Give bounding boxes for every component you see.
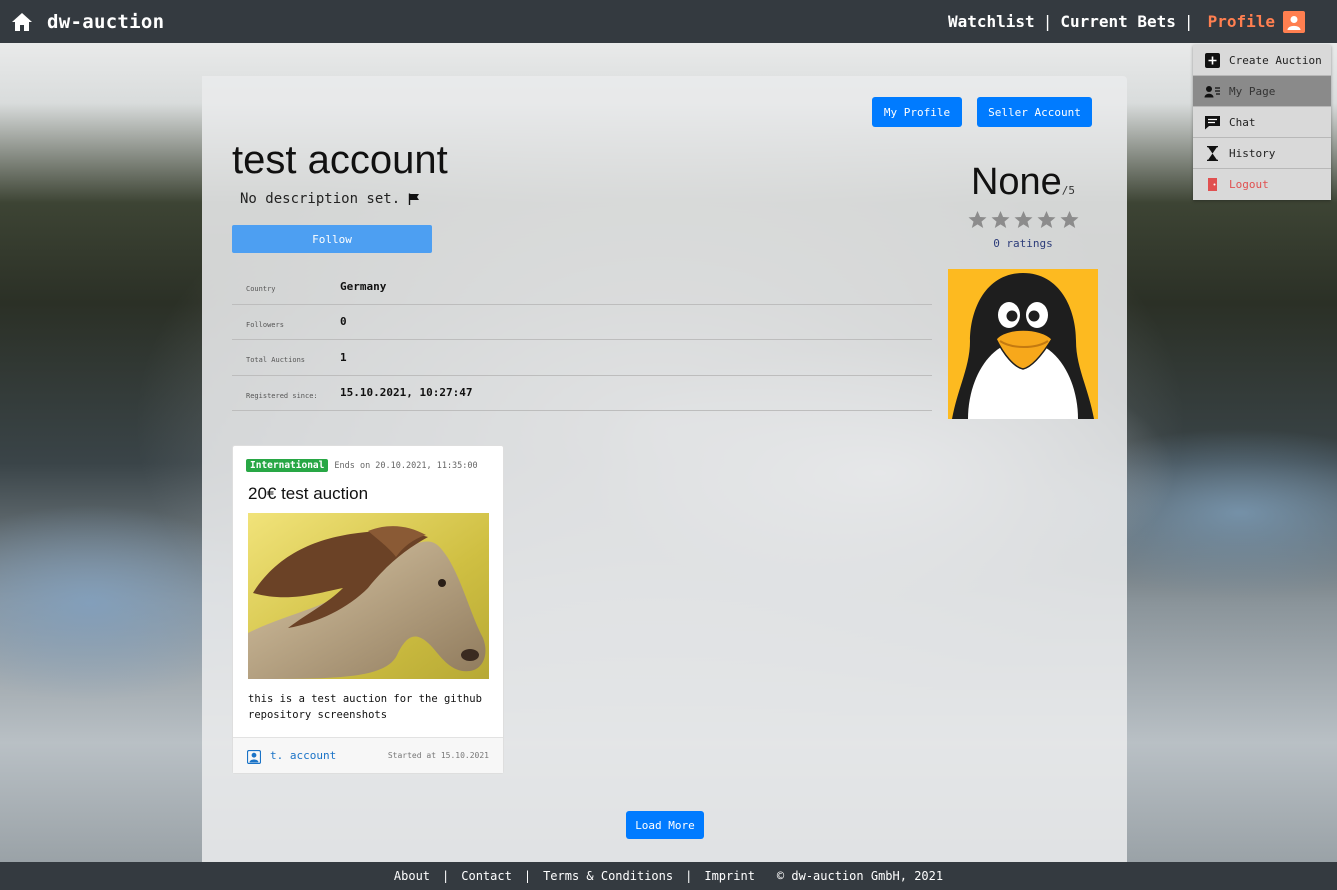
status-badge: International	[246, 459, 329, 472]
info-value: Germany	[340, 279, 387, 293]
rating-value: None	[970, 161, 1062, 203]
star-icon	[991, 211, 1009, 228]
profile-description: No description set.	[240, 191, 420, 207]
brand-name: dw-auction	[47, 10, 165, 33]
star-icon	[968, 211, 986, 228]
user-icon	[246, 749, 262, 764]
footer-about[interactable]: About	[394, 869, 430, 883]
penguin-avatar-image	[948, 269, 1098, 419]
footer-imprint[interactable]: Imprint	[704, 869, 755, 883]
info-row: Country Germany	[232, 269, 932, 305]
star-icon	[1037, 211, 1055, 228]
menu-label: Logout	[1229, 178, 1269, 191]
info-row: Followers 0	[232, 305, 932, 340]
info-value: 0	[340, 315, 347, 329]
auction-meta: International Ends on 20.10.2021, 11:35:…	[246, 459, 478, 472]
menu-label: Chat	[1229, 115, 1256, 129]
info-key: Followers	[246, 320, 284, 329]
rating-stars	[948, 210, 1098, 230]
avatar	[948, 269, 1098, 419]
footer-copyright: © dw-auction GmbH, 2021	[776, 869, 944, 883]
hourglass-icon	[1204, 145, 1221, 161]
auction-footer: t. account Started at 15.10.2021	[233, 737, 503, 773]
load-more-button[interactable]: Load More	[626, 811, 704, 839]
profile-dropdown: Create Auction My Page Chat History Logo…	[1193, 45, 1331, 200]
user-card-icon	[1204, 84, 1221, 99]
logout-icon	[1204, 177, 1221, 192]
nav-watchlist[interactable]: Watchlist	[948, 12, 1035, 31]
info-key: Total Auctions	[246, 356, 306, 365]
footer-separator: |	[442, 869, 450, 883]
top-navbar: dw-auction Watchlist | Current Bets | Pr…	[0, 0, 1337, 43]
footer-separator: |	[685, 869, 693, 883]
menu-logout[interactable]: Logout	[1193, 169, 1331, 200]
page-title: test account	[232, 138, 448, 182]
info-row: Total Auctions 1	[232, 340, 932, 376]
profile-icon	[1283, 10, 1305, 33]
nav-profile[interactable]: Profile	[1207, 10, 1305, 33]
nav-separator: |	[1042, 12, 1053, 31]
profile-panel: My Profile Seller Account test account N…	[202, 76, 1127, 862]
description-text: No description set.	[240, 191, 401, 207]
nav-current-bets[interactable]: Current Bets	[1060, 12, 1176, 31]
seller-account-button[interactable]: Seller Account	[977, 97, 1092, 127]
info-row: Registered since: 15.10.2021, 10:27:47	[232, 376, 932, 411]
flag-icon[interactable]	[408, 193, 420, 205]
page-footer: About | Contact | Terms & Conditions | I…	[0, 862, 1337, 890]
menu-label: History	[1229, 146, 1276, 160]
menu-my-page[interactable]: My Page	[1193, 76, 1331, 107]
auction-title[interactable]: 20€ test auction	[248, 484, 368, 504]
nav-separator: |	[1183, 12, 1194, 31]
menu-create-auction[interactable]: Create Auction	[1193, 45, 1331, 76]
auction-image[interactable]	[248, 513, 489, 679]
rating-max: /5	[1061, 184, 1076, 197]
auction-end-date: Ends on 20.10.2021, 11:35:00	[334, 460, 478, 471]
profile-info-table: Country Germany Followers 0 Total Auctio…	[232, 269, 932, 411]
auction-description: this is a test auction for the github re…	[248, 693, 482, 721]
footer-terms[interactable]: Terms & Conditions	[543, 869, 673, 883]
info-key: Registered since:	[246, 391, 318, 400]
star-icon	[1014, 211, 1032, 228]
menu-label: My Page	[1229, 84, 1276, 98]
auction-card[interactable]: International Ends on 20.10.2021, 11:35:…	[232, 445, 504, 774]
rating-summary: None/5 0 ratings	[948, 161, 1098, 250]
home-icon	[11, 12, 33, 32]
auction-start-date: Started at 15.10.2021	[387, 751, 489, 760]
ratings-count[interactable]: 0 ratings	[948, 237, 1098, 250]
nav-links: Watchlist | Current Bets | Profile	[948, 0, 1305, 43]
my-profile-button[interactable]: My Profile	[872, 97, 962, 127]
menu-history[interactable]: History	[1193, 138, 1331, 169]
brand-link[interactable]: dw-auction	[11, 11, 164, 33]
seller-link[interactable]: t. account	[270, 749, 336, 762]
info-key: Country	[246, 285, 276, 294]
menu-chat[interactable]: Chat	[1193, 107, 1331, 138]
menu-label: Create Auction	[1229, 53, 1322, 67]
footer-contact[interactable]: Contact	[461, 869, 512, 883]
footer-separator: |	[523, 869, 532, 883]
follow-button[interactable]: Follow	[232, 225, 432, 253]
chat-icon	[1204, 115, 1221, 130]
nav-profile-label: Profile	[1207, 12, 1275, 31]
plus-box-icon	[1204, 52, 1221, 68]
info-value: 1	[340, 350, 347, 364]
star-icon	[1060, 211, 1078, 228]
info-value: 15.10.2021, 10:27:47	[340, 386, 473, 400]
